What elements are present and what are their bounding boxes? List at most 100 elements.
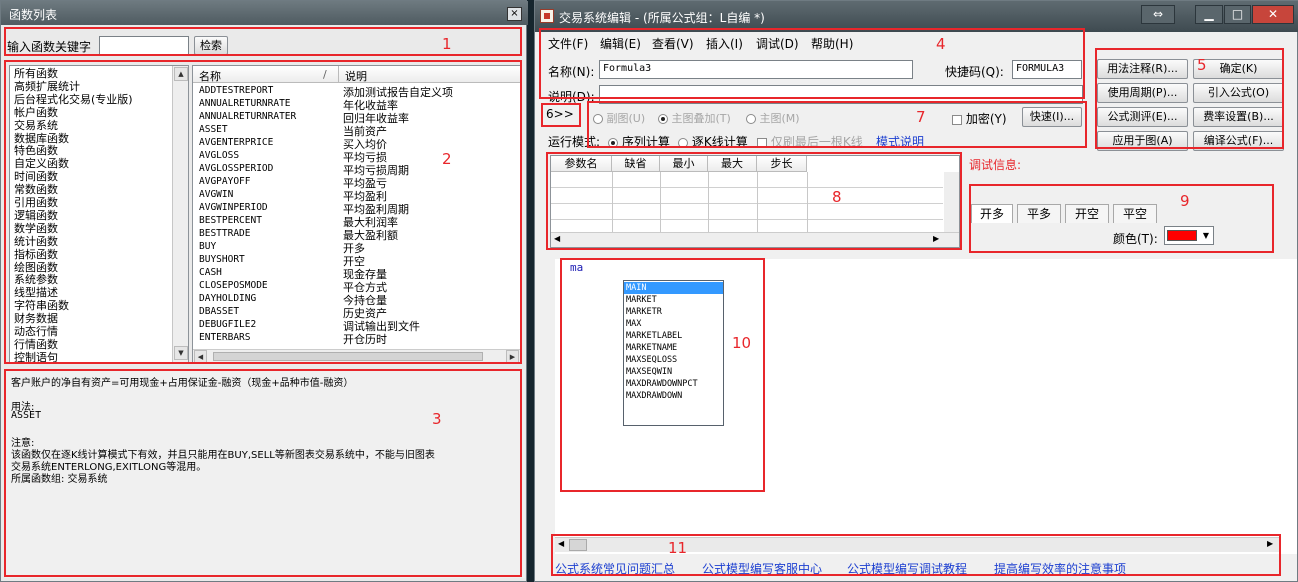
category-item[interactable]: 数据库函数 [14,132,69,145]
autocomplete-item[interactable]: MARKET [626,294,657,306]
autocomplete-popup[interactable]: MAIN MARKET MARKETR MAX MARKETLABEL MARKETNAM… [623,280,724,426]
category-item[interactable]: 逻辑函数 [14,209,58,222]
scroll-left-icon[interactable]: ◀ [194,350,207,362]
run-mode-bar[interactable]: 逐K线计算 [678,133,748,150]
tab-close-long[interactable]: 平多 [1017,204,1061,223]
category-item[interactable]: 字符串函数 [14,299,69,312]
category-item[interactable]: 系统参数 [14,273,58,286]
autocomplete-item[interactable]: MARKETR [626,306,662,318]
chart-mode-overlay[interactable]: 主图叠加(T) [658,110,731,126]
category-item[interactable]: 数学函数 [14,222,58,235]
hscroll-thumb[interactable] [213,352,483,361]
maximize-icon[interactable]: □ [1224,5,1251,24]
scroll-right-icon[interactable]: ▶ [933,234,939,243]
ok-button[interactable]: 确定(K) [1193,59,1284,79]
desc-input[interactable] [599,85,1083,104]
category-item[interactable]: 财务数据 [14,312,58,325]
menu-edit[interactable]: 编辑(E) [600,35,641,52]
autocomplete-item[interactable]: MAXSEQWIN [626,366,672,378]
category-item[interactable]: 所有函数 [14,67,58,80]
category-item[interactable]: 行情函数 [14,338,58,351]
autocomplete-item[interactable]: MAX [626,318,641,330]
category-item[interactable]: 时间函数 [14,170,58,183]
mode-help-link[interactable]: 模式说明 [876,133,924,150]
menu-insert[interactable]: 插入(I) [706,35,743,52]
scroll-right-icon[interactable]: ▶ [506,350,519,362]
minimize-icon[interactable]: ▁ [1195,5,1223,24]
color-dropdown[interactable]: ▼ [1164,226,1214,245]
category-list[interactable]: 所有函数 高频扩展统计 后台程式化交易(专业版) 帐户函数 交易系统 数据库函数 特色函数自… [9,65,189,363]
category-item[interactable]: 线型描述 [14,286,58,299]
category-item[interactable]: 控制语句 [14,351,58,362]
compile-formula-button[interactable]: 编译公式(F)... [1193,131,1284,151]
tab-open-short[interactable]: 开空 [1065,204,1109,223]
param-hscrollbar[interactable]: ◀ ▶ [551,232,959,247]
refresh-checkbox[interactable] [757,137,767,148]
column-name-header[interactable]: 名称 [199,68,221,84]
category-item[interactable]: 自定义函数 [14,157,69,170]
category-item[interactable]: 特色函数 [14,144,58,157]
search-button[interactable]: 检索 [194,36,228,55]
category-item[interactable]: 帐户函数 [14,106,58,119]
radio-overlay[interactable] [658,114,668,124]
encrypt-option[interactable]: 加密(Y) [952,110,1007,127]
function-table[interactable]: 名称 / 说明 ADDTESTREPORT 添加测试报告自定义项 ANNUALRET… [192,65,522,363]
menu-view[interactable]: 查看(V) [652,35,694,52]
usage-notes-button[interactable]: 用法注释(R)... [1097,59,1188,79]
faq-link[interactable]: 公式系统常见问题汇总 [555,560,675,577]
encrypt-checkbox[interactable] [952,114,962,125]
close-icon[interactable]: ✕ [1252,5,1294,24]
autocomplete-item[interactable]: MAXDRAWDOWNPCT [626,378,698,390]
menu-debug[interactable]: 调试(D) [756,35,799,52]
tab-open-long[interactable]: 开多 [971,204,1013,223]
autocomplete-item[interactable]: MAXSEQLOSS [626,354,677,366]
param-rows[interactable] [551,172,943,232]
category-item[interactable]: 绘图函数 [14,261,58,274]
chart-mode-sub[interactable]: 副图(U) [593,110,645,126]
chevron-down-icon[interactable]: ▼ [1200,229,1212,242]
autocomplete-item[interactable]: MARKETLABEL [626,330,682,342]
autocomplete-item[interactable]: MARKETNAME [626,342,677,354]
radio-series[interactable] [608,137,618,148]
fee-settings-button[interactable]: 费率设置(B)... [1193,107,1284,127]
debug-tutorial-link[interactable]: 公式模型编写调试教程 [847,560,967,577]
menu-file[interactable]: 文件(F) [548,35,588,52]
category-item[interactable]: 指标函数 [14,248,58,261]
restore-arrows-icon[interactable]: ⇔ [1141,5,1175,24]
parameter-grid[interactable]: 参数名 缺省 最小 最大 步长 ◀ ▶ [550,155,960,248]
function-hscrollbar[interactable]: ◀ ▶ [193,349,521,362]
service-center-link[interactable]: 公式模型编写客服中心 [702,560,822,577]
autocomplete-item[interactable]: MAIN [624,282,723,294]
category-item[interactable]: 引用函数 [14,196,58,209]
radio-main[interactable] [746,114,756,124]
import-formula-button[interactable]: 引入公式(O) [1193,83,1284,103]
category-item[interactable]: 动态行情 [14,325,58,338]
quick-button[interactable]: 快速(I)... [1022,107,1082,127]
expand-button[interactable]: 6>> [546,107,574,121]
radio-sub[interactable] [593,114,603,124]
scroll-up-icon[interactable]: ▲ [174,67,188,81]
category-item[interactable]: 后台程式化交易(专业版) [14,93,133,106]
refresh-last-bar[interactable]: 仅刷最后一根K线 [757,133,863,150]
category-item[interactable]: 交易系统 [14,119,58,132]
apply-to-chart-button[interactable]: 应用于图(A) [1097,131,1188,151]
chart-mode-main[interactable]: 主图(M) [746,110,800,126]
run-mode-series[interactable]: 序列计算 [608,133,670,150]
scroll-left-icon[interactable]: ◀ [558,539,564,548]
close-icon[interactable]: × [507,7,522,21]
tab-close-short[interactable]: 平空 [1113,204,1157,223]
scroll-down-icon[interactable]: ▼ [174,346,188,360]
search-input[interactable] [99,36,189,55]
shortcut-input[interactable]: FORMULA3 [1012,60,1082,79]
category-scrollbar[interactable]: ▲ ▼ [172,66,188,362]
category-item[interactable]: 统计函数 [14,235,58,248]
hscroll-thumb[interactable] [569,539,587,551]
menu-help[interactable]: 帮助(H) [811,35,853,52]
column-desc-header[interactable]: 说明 [345,68,367,84]
function-row[interactable]: ENTERBARS 开仓历时 [193,332,521,346]
editor-hscrollbar[interactable]: ◀ ▶ [555,537,1279,552]
period-button[interactable]: 使用周期(P)... [1097,83,1188,103]
param-vscrollbar[interactable] [944,172,959,232]
name-input[interactable]: Formula3 [599,60,913,79]
radio-bar[interactable] [678,137,688,148]
